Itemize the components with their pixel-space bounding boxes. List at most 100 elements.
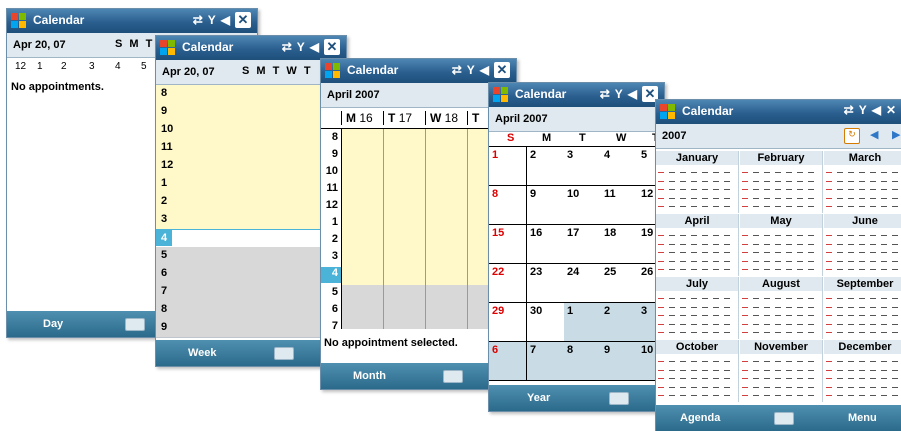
day-cell[interactable]: 15 bbox=[489, 225, 527, 264]
day-cell[interactable]: 11 bbox=[601, 186, 639, 225]
mini-month[interactable]: November bbox=[740, 340, 823, 402]
hour-row[interactable]: 8 bbox=[156, 301, 346, 320]
connectivity-icon[interactable]: ⇄ bbox=[193, 13, 203, 27]
mini-month[interactable]: March bbox=[824, 151, 901, 213]
today-icon[interactable]: ↻ bbox=[844, 128, 860, 144]
windows-logo-icon[interactable] bbox=[660, 104, 676, 120]
day-cell[interactable]: 23 bbox=[527, 264, 565, 303]
current-date[interactable]: Apr 20, 07 bbox=[162, 66, 215, 78]
hour-row[interactable]: 12 bbox=[156, 157, 346, 176]
day-cell[interactable]: 10 bbox=[564, 186, 602, 225]
close-icon[interactable]: ✕ bbox=[235, 12, 251, 28]
connectivity-icon[interactable]: ⇄ bbox=[452, 63, 462, 77]
year-softkey[interactable]: Year bbox=[527, 392, 550, 404]
keyboard-icon[interactable] bbox=[774, 412, 794, 425]
agenda-softkey[interactable]: Agenda bbox=[680, 412, 720, 424]
hour-row[interactable]: 5 bbox=[156, 247, 346, 266]
hour-row[interactable]: 9 bbox=[156, 319, 346, 338]
close-icon[interactable]: ✕ bbox=[324, 39, 340, 55]
mini-month[interactable]: April bbox=[656, 214, 739, 276]
signal-icon[interactable]: Y bbox=[615, 87, 623, 101]
day-col-header[interactable]: W 18 bbox=[425, 111, 466, 125]
hour-row[interactable]: 2 bbox=[156, 193, 346, 212]
mini-month-days bbox=[826, 167, 901, 211]
previous-arrow-icon[interactable]: ◀ bbox=[870, 128, 878, 141]
week-softkey[interactable]: Week bbox=[188, 347, 217, 359]
signal-icon[interactable]: Y bbox=[467, 63, 475, 77]
hour-row[interactable]: 8 bbox=[156, 85, 346, 104]
mini-month[interactable]: September bbox=[824, 277, 901, 339]
day-cell[interactable]: 1 bbox=[489, 147, 527, 186]
day-cell[interactable]: 3 bbox=[564, 147, 602, 186]
hour-row[interactable]: 10 bbox=[156, 121, 346, 140]
signal-icon[interactable]: Y bbox=[208, 13, 216, 27]
close-icon[interactable]: ✕ bbox=[886, 103, 896, 117]
hour-label: 2 bbox=[61, 61, 67, 72]
day-cell[interactable]: 25 bbox=[601, 264, 639, 303]
keyboard-icon[interactable] bbox=[274, 347, 294, 360]
connectivity-icon[interactable]: ⇄ bbox=[600, 87, 610, 101]
keyboard-icon[interactable] bbox=[609, 392, 629, 405]
keyboard-icon[interactable] bbox=[125, 318, 145, 331]
day-col-header[interactable]: T 17 bbox=[383, 111, 424, 125]
day-cell[interactable]: 1 bbox=[564, 303, 602, 342]
connectivity-icon[interactable]: ⇄ bbox=[844, 103, 854, 117]
day-cell[interactable]: 9 bbox=[527, 186, 565, 225]
mini-month[interactable]: June bbox=[824, 214, 901, 276]
mini-month-days bbox=[826, 230, 901, 274]
signal-icon[interactable]: Y bbox=[297, 40, 305, 54]
mini-month[interactable]: May bbox=[740, 214, 823, 276]
day-cell[interactable]: 6 bbox=[489, 342, 527, 381]
hour-row[interactable]: 11 bbox=[156, 139, 346, 158]
day-softkey[interactable]: Day bbox=[43, 318, 63, 330]
day-cell[interactable]: 30 bbox=[527, 303, 565, 342]
day-cell[interactable]: 17 bbox=[564, 225, 602, 264]
windows-logo-icon[interactable] bbox=[325, 63, 341, 79]
next-arrow-icon[interactable]: ▶ bbox=[892, 128, 900, 141]
windows-logo-icon[interactable] bbox=[11, 13, 27, 29]
day-cell[interactable]: 16 bbox=[527, 225, 565, 264]
day-cell[interactable]: 22 bbox=[489, 264, 527, 303]
day-cell[interactable]: 24 bbox=[564, 264, 602, 303]
day-col-header[interactable]: M 16 bbox=[341, 111, 382, 125]
month-grid[interactable]: 1 2 3 4 5 8 9 10 11 12 15 16 17 18 19 22 23 24 25 26 29 30 1 2 3… bbox=[489, 146, 664, 381]
volume-icon[interactable]: ◀ bbox=[480, 63, 489, 77]
hour-row[interactable]: 9 bbox=[156, 103, 346, 122]
current-date[interactable]: Apr 20, 07 bbox=[13, 39, 66, 51]
day-cell[interactable]: 9 bbox=[601, 342, 639, 381]
windows-logo-icon[interactable] bbox=[160, 40, 176, 56]
volume-icon[interactable]: ◀ bbox=[872, 103, 881, 117]
mini-month[interactable]: January bbox=[656, 151, 739, 213]
week-strip[interactable]: S M T W T bbox=[242, 65, 313, 77]
hour-row[interactable]: 3 bbox=[156, 211, 346, 230]
mini-month[interactable]: December bbox=[824, 340, 901, 402]
hour-row[interactable]: 7 bbox=[156, 283, 346, 302]
day-cell[interactable]: 7 bbox=[527, 342, 565, 381]
day-cell[interactable]: 8 bbox=[564, 342, 602, 381]
connectivity-icon[interactable]: ⇄ bbox=[282, 40, 292, 54]
volume-icon[interactable]: ◀ bbox=[310, 40, 319, 54]
day-cell[interactable]: 18 bbox=[601, 225, 639, 264]
selected-hour-row[interactable]: 4 bbox=[156, 229, 346, 249]
day-cell[interactable]: 29 bbox=[489, 303, 527, 342]
day-cell[interactable]: 2 bbox=[601, 303, 639, 342]
windows-logo-icon[interactable] bbox=[493, 87, 509, 103]
day-cell[interactable]: 2 bbox=[527, 147, 565, 186]
hour-row[interactable]: 6 bbox=[156, 265, 346, 284]
hour-label: 4 bbox=[115, 61, 121, 72]
signal-icon[interactable]: Y bbox=[859, 103, 867, 117]
day-cell[interactable]: 4 bbox=[601, 147, 639, 186]
mini-month[interactable]: August bbox=[740, 277, 823, 339]
hour-label: 1 bbox=[331, 216, 338, 228]
month-softkey[interactable]: Month bbox=[353, 370, 386, 382]
menu-softkey[interactable]: Menu bbox=[848, 412, 877, 424]
day-cell[interactable]: 8 bbox=[489, 186, 527, 225]
mini-month[interactable]: October bbox=[656, 340, 739, 402]
keyboard-icon[interactable] bbox=[443, 370, 463, 383]
hour-row[interactable]: 1 bbox=[156, 175, 346, 194]
close-icon[interactable]: ✕ bbox=[494, 62, 510, 78]
volume-icon[interactable]: ◀ bbox=[221, 13, 230, 27]
volume-icon[interactable]: ◀ bbox=[628, 87, 637, 101]
mini-month[interactable]: February bbox=[740, 151, 823, 213]
mini-month[interactable]: July bbox=[656, 277, 739, 339]
